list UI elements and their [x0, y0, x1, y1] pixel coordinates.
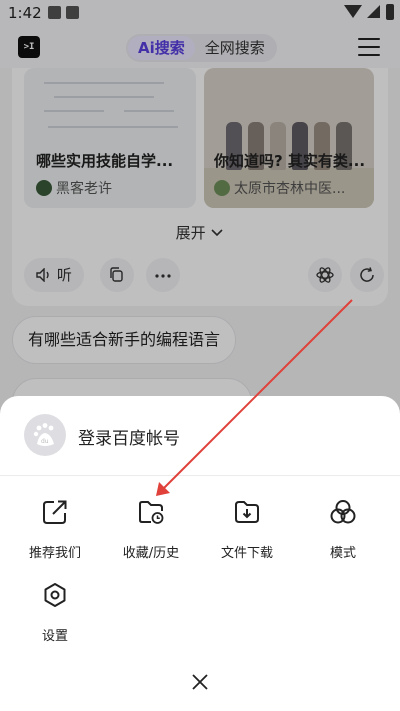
recommend-us-button[interactable]: 推荐我们: [10, 498, 100, 561]
mode-button[interactable]: 模式: [298, 498, 388, 561]
mode-label: 模式: [329, 546, 356, 561]
share-icon: [43, 500, 67, 524]
settings-button[interactable]: 设置: [10, 581, 100, 644]
bottom-sheet-menu: du 登录百度帐号 推荐我们 收藏/历史 文件下载 模式 设置: [0, 396, 400, 711]
baidu-avatar-icon: du: [24, 414, 66, 456]
file-download-label: 文件下载: [220, 546, 273, 561]
file-download-button[interactable]: 文件下载: [202, 498, 292, 561]
settings-label: 设置: [41, 629, 68, 644]
login-row[interactable]: du 登录百度帐号: [0, 396, 400, 476]
favorites-history-button[interactable]: 收藏/历史: [106, 498, 196, 561]
recommend-us-label: 推荐我们: [28, 546, 81, 561]
favorites-history-label: 收藏/历史: [122, 546, 180, 561]
svg-text:du: du: [41, 438, 49, 445]
login-label: 登录百度帐号: [78, 429, 180, 449]
favorites-history-icon: [139, 501, 164, 524]
close-icon[interactable]: [188, 670, 212, 694]
settings-icon: [44, 583, 66, 607]
mode-icon: [330, 500, 356, 524]
download-folder-icon: [235, 501, 259, 523]
